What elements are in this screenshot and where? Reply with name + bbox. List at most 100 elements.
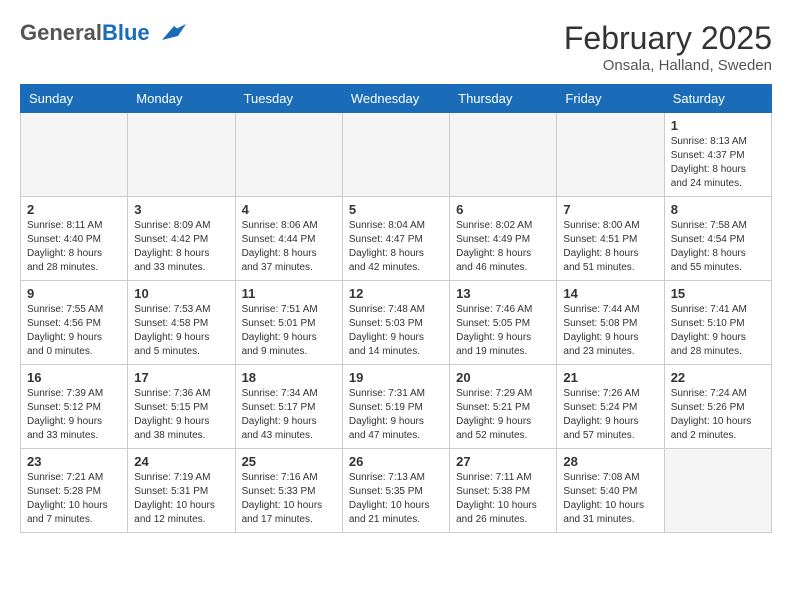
calendar-day-cell: 20 Sunrise: 7:29 AM Sunset: 5:21 PM Dayli… <box>450 365 557 449</box>
day-number: 3 <box>134 202 228 217</box>
logo-bird-icon <box>154 22 186 44</box>
day-number: 10 <box>134 286 228 301</box>
calendar-day-cell: 26 Sunrise: 7:13 AM Sunset: 5:35 PM Dayli… <box>342 449 449 533</box>
location-title: Onsala, Halland, Sweden <box>564 57 772 74</box>
calendar-day-cell: 1 Sunrise: 8:13 AM Sunset: 4:37 PM Daylig… <box>664 113 771 197</box>
logo-general: GeneralBlue <box>20 20 150 46</box>
calendar-day-cell: 5 Sunrise: 8:04 AM Sunset: 4:47 PM Daylig… <box>342 197 449 281</box>
day-number: 28 <box>563 454 657 469</box>
day-number: 24 <box>134 454 228 469</box>
calendar-day-cell: 24 Sunrise: 7:19 AM Sunset: 5:31 PM Dayli… <box>128 449 235 533</box>
day-number: 21 <box>563 370 657 385</box>
calendar-day-cell: 7 Sunrise: 8:00 AM Sunset: 4:51 PM Daylig… <box>557 197 664 281</box>
day-info: Sunrise: 7:31 AM Sunset: 5:19 PM Dayligh… <box>349 387 443 443</box>
weekday-header: Tuesday <box>235 85 342 113</box>
weekday-header: Sunday <box>21 85 128 113</box>
day-info: Sunrise: 7:36 AM Sunset: 5:15 PM Dayligh… <box>134 387 228 443</box>
day-number: 9 <box>27 286 121 301</box>
calendar-day-cell: 27Sunrise: 7:11 AM Sunset: 5:38 PM Dayli… <box>450 449 557 533</box>
day-info: Sunrise: 8:06 AM Sunset: 4:44 PM Dayligh… <box>242 219 336 275</box>
day-info: Sunrise: 7:39 AM Sunset: 5:12 PM Dayligh… <box>27 387 121 443</box>
title-area: February 2025 Onsala, Halland, Sweden <box>564 20 772 74</box>
day-number: 23 <box>27 454 121 469</box>
calendar-week-row: 9 Sunrise: 7:55 AM Sunset: 4:56 PM Daylig… <box>21 281 772 365</box>
day-info: Sunrise: 7:29 AM Sunset: 5:21 PM Dayligh… <box>456 387 550 443</box>
calendar-day-cell: 28 Sunrise: 7:08 AM Sunset: 5:40 PM Dayli… <box>557 449 664 533</box>
day-number: 14 <box>563 286 657 301</box>
day-number: 15 <box>671 286 765 301</box>
calendar-week-row: 2Sunrise: 8:11 AM Sunset: 4:40 PM Daylig… <box>21 197 772 281</box>
day-number: 26 <box>349 454 443 469</box>
month-title: February 2025 <box>564 20 772 57</box>
calendar-day-cell: 12Sunrise: 7:48 AM Sunset: 5:03 PM Dayli… <box>342 281 449 365</box>
calendar-day-cell <box>128 113 235 197</box>
day-number: 4 <box>242 202 336 217</box>
calendar-day-cell: 11 Sunrise: 7:51 AM Sunset: 5:01 PM Dayli… <box>235 281 342 365</box>
calendar-day-cell: 17 Sunrise: 7:36 AM Sunset: 5:15 PM Dayli… <box>128 365 235 449</box>
day-number: 20 <box>456 370 550 385</box>
calendar-day-cell: 22 Sunrise: 7:24 AM Sunset: 5:26 PM Dayli… <box>664 365 771 449</box>
calendar-day-cell: 15 Sunrise: 7:41 AM Sunset: 5:10 PM Dayli… <box>664 281 771 365</box>
calendar-table: SundayMondayTuesdayWednesdayThursdayFrid… <box>20 84 772 533</box>
day-info: Sunrise: 7:21 AM Sunset: 5:28 PM Dayligh… <box>27 471 121 527</box>
weekday-header: Thursday <box>450 85 557 113</box>
day-number: 2 <box>27 202 121 217</box>
day-info: Sunrise: 7:34 AM Sunset: 5:17 PM Dayligh… <box>242 387 336 443</box>
calendar-day-cell: 13Sunrise: 7:46 AM Sunset: 5:05 PM Dayli… <box>450 281 557 365</box>
day-number: 17 <box>134 370 228 385</box>
calendar-week-row: 1 Sunrise: 8:13 AM Sunset: 4:37 PM Daylig… <box>21 113 772 197</box>
weekday-header: Saturday <box>664 85 771 113</box>
day-info: Sunrise: 8:00 AM Sunset: 4:51 PM Dayligh… <box>563 219 657 275</box>
calendar-day-cell: 21 Sunrise: 7:26 AM Sunset: 5:24 PM Dayli… <box>557 365 664 449</box>
day-info: Sunrise: 7:13 AM Sunset: 5:35 PM Dayligh… <box>349 471 443 527</box>
calendar-day-cell: 4 Sunrise: 8:06 AM Sunset: 4:44 PM Daylig… <box>235 197 342 281</box>
day-info: Sunrise: 7:08 AM Sunset: 5:40 PM Dayligh… <box>563 471 657 527</box>
calendar-day-cell: 10 Sunrise: 7:53 AM Sunset: 4:58 PM Dayli… <box>128 281 235 365</box>
day-info: Sunrise: 7:51 AM Sunset: 5:01 PM Dayligh… <box>242 303 336 359</box>
day-number: 5 <box>349 202 443 217</box>
logo: GeneralBlue <box>20 20 186 46</box>
day-number: 11 <box>242 286 336 301</box>
day-info: Sunrise: 7:41 AM Sunset: 5:10 PM Dayligh… <box>671 303 765 359</box>
calendar-week-row: 16 Sunrise: 7:39 AM Sunset: 5:12 PM Dayli… <box>21 365 772 449</box>
day-number: 6 <box>456 202 550 217</box>
calendar-day-cell: 16 Sunrise: 7:39 AM Sunset: 5:12 PM Dayli… <box>21 365 128 449</box>
day-info: Sunrise: 8:13 AM Sunset: 4:37 PM Dayligh… <box>671 135 765 191</box>
day-info: Sunrise: 8:04 AM Sunset: 4:47 PM Dayligh… <box>349 219 443 275</box>
day-number: 13 <box>456 286 550 301</box>
calendar-day-cell: 3 Sunrise: 8:09 AM Sunset: 4:42 PM Daylig… <box>128 197 235 281</box>
day-info: Sunrise: 8:02 AM Sunset: 4:49 PM Dayligh… <box>456 219 550 275</box>
day-info: Sunrise: 7:11 AM Sunset: 5:38 PM Dayligh… <box>456 471 550 527</box>
calendar-day-cell <box>21 113 128 197</box>
calendar-day-cell: 6 Sunrise: 8:02 AM Sunset: 4:49 PM Daylig… <box>450 197 557 281</box>
day-info: Sunrise: 7:44 AM Sunset: 5:08 PM Dayligh… <box>563 303 657 359</box>
calendar-day-cell <box>664 449 771 533</box>
calendar-day-cell: 8Sunrise: 7:58 AM Sunset: 4:54 PM Daylig… <box>664 197 771 281</box>
calendar-day-cell <box>557 113 664 197</box>
calendar-day-cell: 14 Sunrise: 7:44 AM Sunset: 5:08 PM Dayli… <box>557 281 664 365</box>
day-number: 19 <box>349 370 443 385</box>
calendar-day-cell <box>235 113 342 197</box>
calendar-week-row: 23 Sunrise: 7:21 AM Sunset: 5:28 PM Dayli… <box>21 449 772 533</box>
page-header: GeneralBlue February 2025 Onsala, Hallan… <box>20 20 772 74</box>
day-info: Sunrise: 7:53 AM Sunset: 4:58 PM Dayligh… <box>134 303 228 359</box>
weekday-header: Wednesday <box>342 85 449 113</box>
logo-blue: Blue <box>102 20 150 45</box>
day-number: 16 <box>27 370 121 385</box>
calendar-header-row: SundayMondayTuesdayWednesdayThursdayFrid… <box>21 85 772 113</box>
day-info: Sunrise: 7:58 AM Sunset: 4:54 PM Dayligh… <box>671 219 765 275</box>
day-number: 1 <box>671 118 765 133</box>
day-number: 22 <box>671 370 765 385</box>
day-info: Sunrise: 8:09 AM Sunset: 4:42 PM Dayligh… <box>134 219 228 275</box>
day-number: 25 <box>242 454 336 469</box>
weekday-header: Monday <box>128 85 235 113</box>
day-info: Sunrise: 7:55 AM Sunset: 4:56 PM Dayligh… <box>27 303 121 359</box>
day-number: 7 <box>563 202 657 217</box>
day-info: Sunrise: 7:24 AM Sunset: 5:26 PM Dayligh… <box>671 387 765 443</box>
calendar-day-cell <box>342 113 449 197</box>
calendar-day-cell: 9 Sunrise: 7:55 AM Sunset: 4:56 PM Daylig… <box>21 281 128 365</box>
day-info: Sunrise: 7:26 AM Sunset: 5:24 PM Dayligh… <box>563 387 657 443</box>
calendar-day-cell <box>450 113 557 197</box>
day-info: Sunrise: 7:19 AM Sunset: 5:31 PM Dayligh… <box>134 471 228 527</box>
calendar-day-cell: 23 Sunrise: 7:21 AM Sunset: 5:28 PM Dayli… <box>21 449 128 533</box>
